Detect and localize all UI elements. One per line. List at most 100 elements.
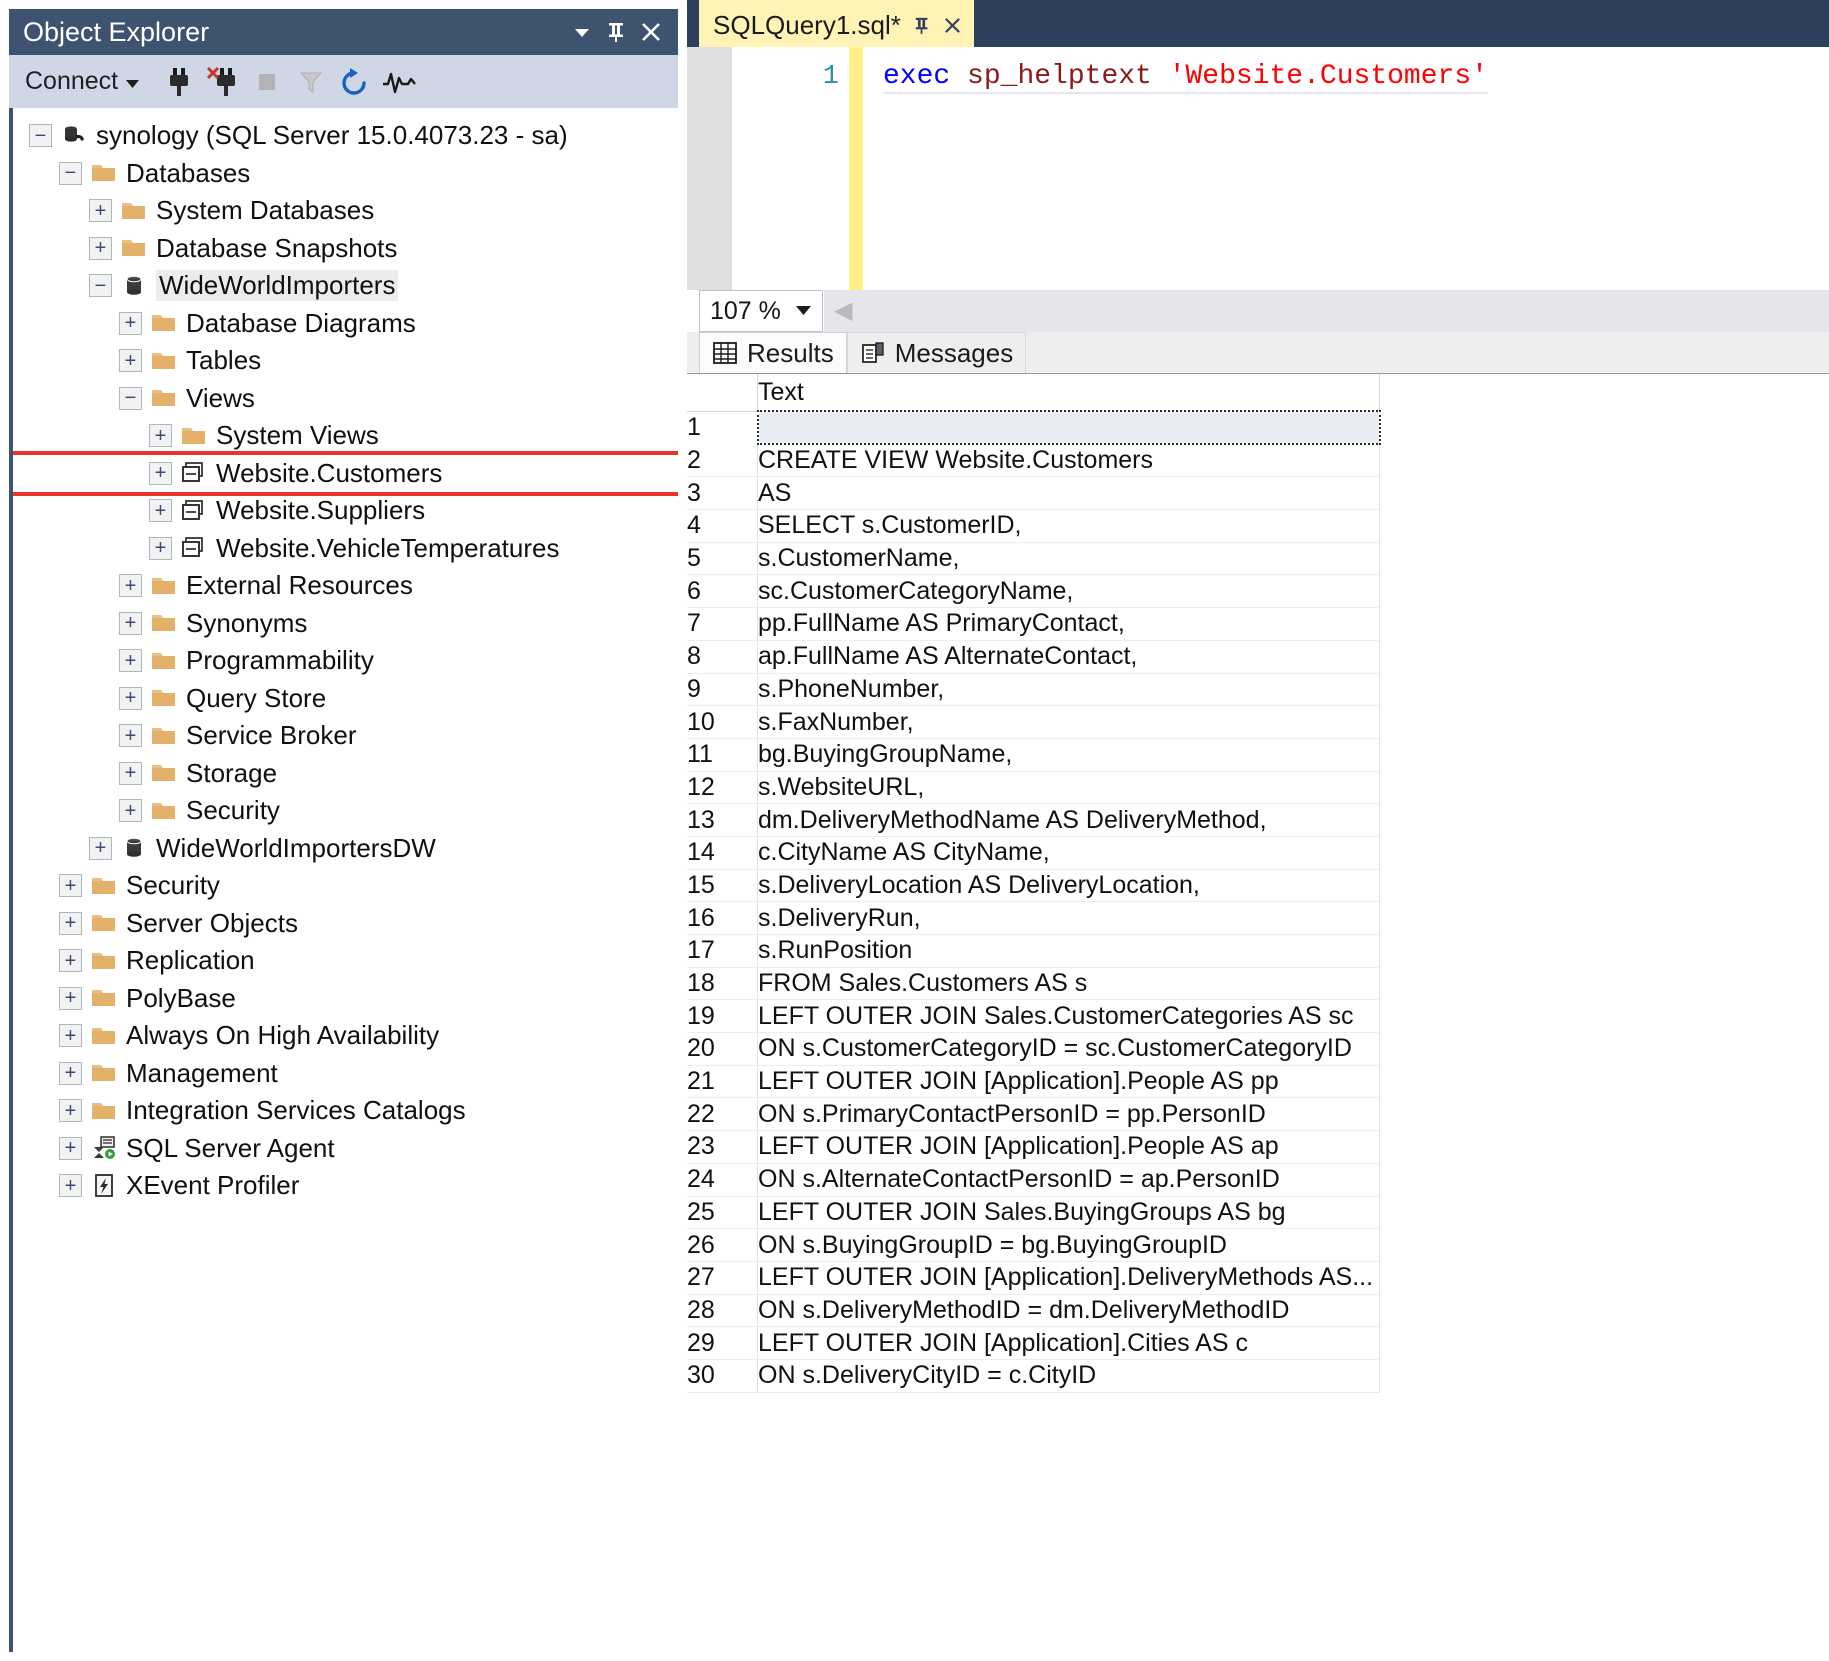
zoom-level-combobox[interactable]: 107 % [699,290,823,332]
filter-icon[interactable] [294,65,328,99]
sql-editor[interactable]: 1 exec sp_helptext 'Website.Customers' [687,47,1829,290]
collapse-toggle-icon[interactable]: − [119,386,142,410]
expand-toggle-icon[interactable]: + [59,1136,82,1160]
table-row[interactable]: 17 s.RunPosition [687,934,1380,968]
tree-node-website-vehicletemperatures[interactable]: + Website.VehicleTemperatures [13,530,678,568]
tree-node-sql-server-agent[interactable]: + SQL Server Agent [13,1130,678,1168]
row-number-cell[interactable]: 21 [687,1065,758,1099]
table-row[interactable]: 20 ON s.CustomerCategoryID = sc.CustomerC… [687,1032,1380,1066]
text-cell[interactable]: c.CityName AS CityName, [757,836,1380,870]
table-row[interactable]: 12 s.WebsiteURL, [687,771,1380,805]
text-cell[interactable]: FROM Sales.Customers AS s [757,967,1380,1001]
text-cell[interactable]: LEFT OUTER JOIN [Application].People AS … [757,1065,1380,1099]
text-cell[interactable]: LEFT OUTER JOIN [Application].People AS … [757,1130,1380,1164]
expand-toggle-icon[interactable]: + [149,424,172,448]
expand-toggle-icon[interactable]: + [119,799,142,823]
table-row[interactable]: 27 LEFT OUTER JOIN [Application].Delivery… [687,1261,1380,1295]
tree-node-system-views[interactable]: + System Views [13,417,678,455]
table-row[interactable]: 24 ON s.AlternateContactPersonID = ap.Per… [687,1163,1380,1197]
object-explorer-tree[interactable]: − synology (SQL Server 15.0.4073.23 - sa)… [9,108,678,1652]
connect-button[interactable]: Connect [25,67,140,96]
row-number-cell[interactable]: 12 [687,771,758,805]
table-row[interactable]: 15 s.DeliveryLocation AS DeliveryLocatio… [687,869,1380,903]
tree-node-website-suppliers[interactable]: + Website.Suppliers [13,492,678,530]
tree-node-storage[interactable]: + Storage [13,755,678,793]
row-number-cell[interactable]: 20 [687,1032,758,1066]
table-row[interactable]: 8 ap.FullName AS AlternateContact, [687,640,1380,674]
row-number-cell[interactable]: 18 [687,967,758,1001]
expand-toggle-icon[interactable]: + [149,536,172,560]
text-cell[interactable] [756,410,1381,445]
row-number-cell[interactable]: 11 [687,738,758,772]
expand-toggle-icon[interactable]: + [119,761,142,785]
expand-toggle-icon[interactable]: + [119,724,142,748]
close-icon[interactable] [640,21,662,43]
table-row[interactable]: 25 LEFT OUTER JOIN Sales.BuyingGroups AS … [687,1196,1380,1230]
row-number-cell[interactable]: 30 [687,1359,758,1393]
table-row[interactable]: 19 LEFT OUTER JOIN Sales.CustomerCategori… [687,999,1380,1034]
text-cell[interactable]: s.DeliveryLocation AS DeliveryLocation, [757,869,1380,903]
text-cell[interactable]: bg.BuyingGroupName, [757,738,1380,772]
row-number-cell[interactable]: 26 [687,1228,758,1262]
text-cell[interactable]: CREATE VIEW Website.Customers [757,443,1380,478]
table-row[interactable]: 11 bg.BuyingGroupName, [687,738,1380,772]
window-dropdown-icon[interactable] [572,22,592,42]
table-row[interactable]: 10 s.FaxNumber, [687,705,1380,739]
expand-toggle-icon[interactable]: + [119,311,142,335]
table-row[interactable]: 2 CREATE VIEW Website.Customers [687,443,1380,478]
tree-node-xevent-profiler[interactable]: + XEvent Profiler [13,1167,678,1205]
row-number-cell[interactable]: 2 [687,443,758,478]
expand-toggle-icon[interactable]: + [59,1099,82,1123]
table-row[interactable]: 29 LEFT OUTER JOIN [Application].Cities A… [687,1326,1380,1360]
tree-node-query-store[interactable]: + Query Store [13,680,678,718]
text-cell[interactable]: s.WebsiteURL, [757,771,1380,805]
table-row[interactable]: 16 s.DeliveryRun, [687,901,1380,935]
expand-toggle-icon[interactable]: + [149,461,172,485]
text-cell[interactable]: s.RunPosition [757,934,1380,968]
text-cell[interactable]: LEFT OUTER JOIN [Application].Cities AS … [757,1326,1380,1360]
table-row[interactable]: 18 FROM Sales.Customers AS s [687,967,1380,1001]
row-number-cell[interactable]: 4 [687,509,758,543]
table-row[interactable]: 14 c.CityName AS CityName, [687,836,1380,870]
text-cell[interactable]: AS [757,476,1380,511]
row-number-cell[interactable]: 6 [687,574,758,609]
text-cell[interactable]: ON s.AlternateContactPersonID = ap.Perso… [757,1163,1380,1197]
row-number-cell[interactable]: 5 [687,542,758,576]
row-number-cell[interactable]: 27 [687,1261,758,1295]
tree-node-service-broker[interactable]: + Service Broker [13,717,678,755]
disconnect-object-explorer-icon[interactable] [206,65,240,99]
text-cell[interactable]: s.DeliveryRun, [757,901,1380,935]
tree-node-synonyms[interactable]: + Synonyms [13,605,678,643]
expand-toggle-icon[interactable]: + [119,574,142,598]
expand-toggle-icon[interactable]: + [89,199,112,223]
table-row[interactable]: 7 pp.FullName AS PrimaryContact, [687,607,1380,641]
tab-results[interactable]: Results [699,332,847,373]
tree-node-always-on-high-availability[interactable]: + Always On High Availability [13,1017,678,1055]
table-row[interactable]: 21 LEFT OUTER JOIN [Application].People A… [687,1065,1380,1099]
tree-node-security[interactable]: + Security [13,867,678,905]
collapse-toggle-icon[interactable]: − [29,124,52,148]
expand-toggle-icon[interactable]: + [89,836,112,860]
column-header-rownum[interactable] [687,374,758,412]
expand-toggle-icon[interactable]: + [59,1024,82,1048]
row-number-cell[interactable]: 24 [687,1163,758,1197]
text-cell[interactable]: ON s.BuyingGroupID = bg.BuyingGroupID [757,1228,1380,1262]
tree-node-external-resources[interactable]: + External Resources [13,567,678,605]
row-number-cell[interactable]: 1 [687,411,758,445]
text-cell[interactable]: s.FaxNumber, [757,705,1380,739]
expand-toggle-icon[interactable]: + [59,949,82,973]
text-cell[interactable]: s.PhoneNumber, [757,673,1380,707]
table-row[interactable]: 4 SELECT s.CustomerID, [687,509,1380,543]
tree-node-views[interactable]: − Views [13,380,678,418]
expand-toggle-icon[interactable]: + [59,1061,82,1085]
collapse-toggle-icon[interactable]: − [59,161,82,185]
expand-toggle-icon[interactable]: + [119,611,142,635]
chevron-down-icon[interactable] [795,301,812,321]
row-number-cell[interactable]: 7 [687,607,758,641]
tree-node-programmability[interactable]: + Programmability [13,642,678,680]
row-number-cell[interactable]: 19 [687,999,758,1034]
expand-toggle-icon[interactable]: + [59,1174,82,1198]
expand-toggle-icon[interactable]: + [119,686,142,710]
row-number-cell[interactable]: 13 [687,803,758,837]
row-number-cell[interactable]: 22 [687,1097,758,1132]
